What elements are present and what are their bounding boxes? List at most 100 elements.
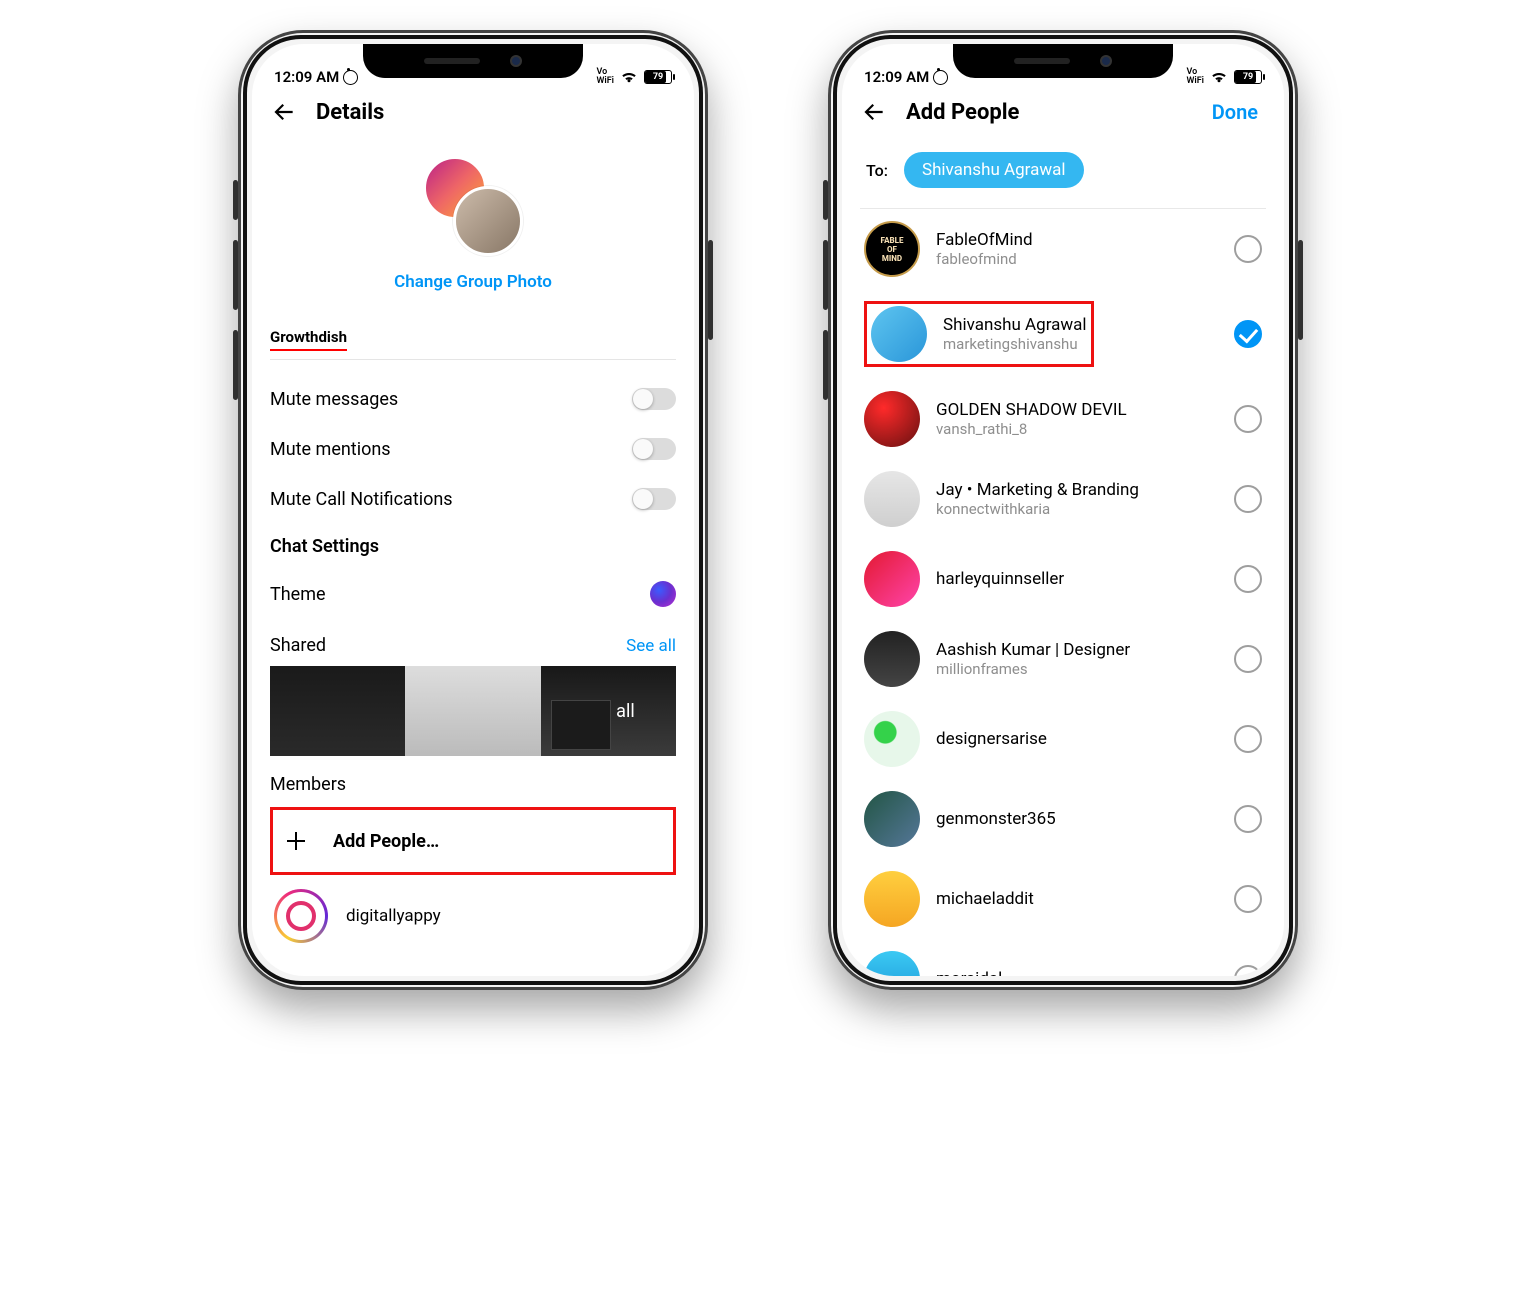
suggestion-row[interactable]: FABLEOFMIND FableOfMindfableofmind xyxy=(860,209,1266,289)
avatar xyxy=(864,391,920,447)
side-button xyxy=(233,180,238,220)
display-name: Shivanshu Agrawal xyxy=(943,315,1087,335)
status-time: 12:09 AM xyxy=(274,68,339,86)
suggestion-row[interactable]: genmonster365 xyxy=(860,779,1266,859)
mute-calls-row: Mute Call Notifications xyxy=(270,474,676,524)
select-radio[interactable] xyxy=(1234,235,1262,263)
group-name-field[interactable]: Growthdish xyxy=(270,328,347,351)
mute-messages-toggle[interactable] xyxy=(632,388,676,410)
suggestion-row[interactable]: Jay • Marketing & Brandingkonnectwithkar… xyxy=(860,459,1266,539)
carrier-label: Vo WiFi xyxy=(1186,68,1204,86)
username: konnectwithkaria xyxy=(936,500,1139,518)
mute-mentions-label: Mute mentions xyxy=(270,439,391,460)
side-button xyxy=(233,240,238,310)
notch xyxy=(363,44,583,78)
select-radio[interactable] xyxy=(1234,725,1262,753)
display-name: designersarise xyxy=(936,729,1047,749)
display-name: Jay • Marketing & Branding xyxy=(936,480,1139,500)
side-button xyxy=(823,240,828,310)
suggestion-row[interactable]: Shivanshu Agrawalmarketingshivanshu xyxy=(860,289,1266,379)
add-people-row[interactable]: Add People… xyxy=(270,807,676,875)
members-title: Members xyxy=(270,756,676,807)
avatar: FABLEOFMIND xyxy=(864,221,920,277)
theme-label: Theme xyxy=(270,584,326,605)
side-button xyxy=(823,330,828,400)
to-field[interactable]: To: Shivanshu Agrawal xyxy=(860,136,1266,208)
change-group-photo[interactable]: Change Group Photo xyxy=(394,272,552,292)
mute-mentions-toggle[interactable] xyxy=(632,438,676,460)
select-radio[interactable] xyxy=(1234,965,1262,976)
member-name: digitallyappy xyxy=(346,906,441,926)
side-button xyxy=(708,240,713,340)
shared-media-more[interactable]: See all xyxy=(541,666,676,756)
avatar xyxy=(864,551,920,607)
mute-calls-toggle[interactable] xyxy=(632,488,676,510)
plus-icon xyxy=(279,824,313,858)
theme-swatch xyxy=(650,581,676,607)
phone-details: 12:09 AM Vo WiFi 79 xyxy=(238,30,708,990)
username: millionframes xyxy=(936,660,1130,678)
theme-row[interactable]: Theme xyxy=(270,569,676,619)
see-all-link[interactable]: See all xyxy=(626,636,676,656)
battery-icon: 79 xyxy=(1234,70,1262,84)
mute-messages-label: Mute messages xyxy=(270,389,398,410)
suggestion-row[interactable]: morajdal xyxy=(860,939,1266,976)
page-title: Details xyxy=(316,100,384,125)
done-button[interactable]: Done xyxy=(1212,100,1266,124)
page-title: Add People xyxy=(906,100,1019,125)
display-name: Aashish Kumar | Designer xyxy=(936,640,1130,660)
shared-media-thumb[interactable] xyxy=(405,666,540,756)
suggestion-row[interactable]: Aashish Kumar | Designermillionframes xyxy=(860,619,1266,699)
suggestion-row[interactable]: michaeladdit xyxy=(860,859,1266,939)
username: vansh_rathi_8 xyxy=(936,420,1127,438)
wifi-icon xyxy=(1210,70,1228,84)
shared-title: Shared xyxy=(270,635,326,656)
display-name: harleyquinnseller xyxy=(936,569,1064,589)
select-radio[interactable] xyxy=(1234,565,1262,593)
notch xyxy=(953,44,1173,78)
status-time: 12:09 AM xyxy=(864,68,929,86)
select-radio[interactable] xyxy=(1234,485,1262,513)
alarm-icon xyxy=(933,70,948,85)
display-name: FableOfMind xyxy=(936,230,1033,250)
select-radio[interactable] xyxy=(1234,405,1262,433)
avatar xyxy=(871,306,927,362)
phone-add-people: 12:09 AM Vo WiFi 79 xyxy=(828,30,1298,990)
suggestion-row[interactable]: GOLDEN SHADOW DEVILvansh_rathi_8 xyxy=(860,379,1266,459)
mute-calls-label: Mute Call Notifications xyxy=(270,489,453,510)
select-radio[interactable] xyxy=(1234,320,1262,348)
side-button xyxy=(823,180,828,220)
avatar xyxy=(864,871,920,927)
side-button xyxy=(233,330,238,400)
side-button xyxy=(1298,240,1303,340)
username: fableofmind xyxy=(936,250,1033,268)
battery-icon: 79 xyxy=(644,70,672,84)
chat-settings-title: Chat Settings xyxy=(270,524,676,569)
display-name: GOLDEN SHADOW DEVIL xyxy=(936,400,1127,420)
suggestion-row[interactable]: designersarise xyxy=(860,699,1266,779)
select-radio[interactable] xyxy=(1234,805,1262,833)
wifi-icon xyxy=(620,70,638,84)
avatar xyxy=(274,889,328,943)
recipient-chip[interactable]: Shivanshu Agrawal xyxy=(904,152,1084,188)
suggestion-row[interactable]: harleyquinnseller xyxy=(860,539,1266,619)
carrier-label: Vo WiFi xyxy=(596,68,614,86)
shared-media-thumb[interactable] xyxy=(270,666,405,756)
add-people-label: Add People… xyxy=(333,831,439,852)
shared-media-grid: See all xyxy=(270,666,676,756)
select-radio[interactable] xyxy=(1234,885,1262,913)
alarm-icon xyxy=(343,70,358,85)
app-header: Add People Done xyxy=(842,88,1284,136)
select-radio[interactable] xyxy=(1234,645,1262,673)
avatar xyxy=(864,791,920,847)
to-label: To: xyxy=(866,161,888,180)
member-row[interactable]: digitallyappy xyxy=(270,875,676,957)
avatar xyxy=(864,471,920,527)
app-header: Details xyxy=(252,88,694,136)
display-name: morajdal xyxy=(936,969,1002,976)
suggestions-list: FABLEOFMIND FableOfMindfableofmind Shivans… xyxy=(860,209,1266,976)
display-name: michaeladdit xyxy=(936,889,1034,909)
back-button[interactable] xyxy=(270,98,298,126)
mute-messages-row: Mute messages xyxy=(270,374,676,424)
back-button[interactable] xyxy=(860,98,888,126)
